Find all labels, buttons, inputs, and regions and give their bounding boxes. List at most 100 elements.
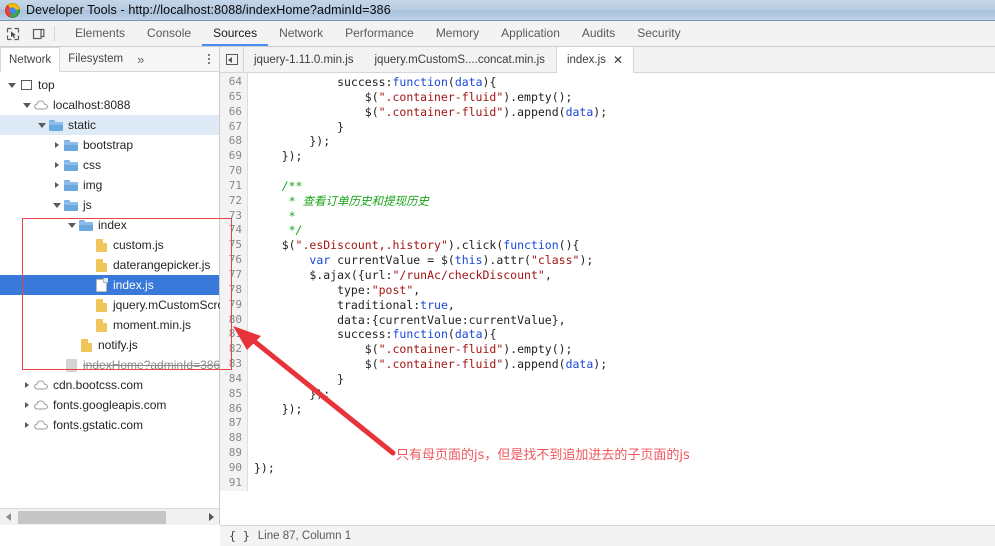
chevron-down-icon[interactable]	[36, 122, 48, 128]
folder-icon	[63, 139, 79, 151]
panel-tab-list: Elements Console Sources Network Perform…	[64, 21, 692, 46]
tree-item-localhost-8088[interactable]: localhost:8088	[0, 95, 219, 115]
tree-item-custom-js[interactable]: custom.js	[0, 235, 219, 255]
chevron-right-icon[interactable]	[21, 402, 33, 408]
code-token: currentValue = $(	[330, 253, 455, 268]
code-line[interactable]: $(".container-fluid").append(data);	[254, 105, 995, 120]
code-token: $(	[254, 342, 379, 357]
tree-item-fonts-gstatic-com[interactable]: fonts.gstatic.com	[0, 415, 219, 435]
code-line[interactable]: */	[254, 223, 995, 238]
code-token: }	[254, 119, 345, 134]
code-line[interactable]: $(".esDiscount,.history").click(function…	[254, 238, 995, 253]
code-line[interactable]: data:{currentValue:currentValue},	[254, 313, 995, 328]
code-line[interactable]: });	[254, 387, 995, 402]
code-line[interactable]: var currentValue = $(this).attr("class")…	[254, 253, 995, 268]
tree-item-jquery-mcustomscrollb[interactable]: jquery.mCustomScrollb	[0, 295, 236, 315]
scroll-left-icon[interactable]	[0, 509, 16, 526]
code-token: type:	[254, 282, 372, 297]
code-line[interactable]: type:"post",	[254, 283, 995, 298]
code-token: ".container-fluid"	[378, 357, 504, 372]
code-token: "/runAc/checkDiscount"	[392, 267, 545, 282]
devtools-toolbar: Elements Console Sources Network Perform…	[0, 21, 995, 47]
tab-security[interactable]: Security	[626, 21, 691, 46]
code-token: });	[254, 386, 331, 401]
code-line[interactable]	[254, 164, 995, 179]
code-line[interactable]: * 查看订单历史和提现历史	[254, 194, 995, 209]
chevron-right-icon[interactable]	[21, 422, 33, 428]
file-tab-bar: jquery-1.11.0.min.js jquery.mCustomS....…	[220, 47, 995, 73]
code-line[interactable]: success:function(data){	[254, 75, 995, 90]
navigator-horizontal-scrollbar[interactable]	[0, 508, 219, 525]
subtab-filesystem[interactable]: Filesystem	[60, 47, 131, 71]
code-line[interactable]: $(".container-fluid").empty();	[254, 342, 995, 357]
code-line[interactable]	[254, 476, 995, 491]
tree-item-moment-min-js[interactable]: moment.min.js	[0, 315, 219, 335]
code-line[interactable]: });	[254, 134, 995, 149]
code-line[interactable]: $(".container-fluid").append(data);	[254, 357, 995, 372]
chevron-down-icon[interactable]	[66, 222, 78, 228]
tree-item-static[interactable]: static	[0, 115, 219, 135]
code-line[interactable]: $.ajax({url:"/runAc/checkDiscount",	[254, 268, 995, 283]
cloud-icon	[33, 380, 49, 390]
code-token: data	[454, 327, 483, 342]
subtab-network[interactable]: Network	[0, 47, 61, 72]
tree-item-fonts-googleapis-com[interactable]: fonts.googleapis.com	[0, 395, 219, 415]
code-line[interactable]: }	[254, 372, 995, 387]
tab-performance[interactable]: Performance	[334, 21, 425, 46]
tab-sources[interactable]: Sources	[202, 21, 269, 46]
code-line[interactable]: /**	[254, 179, 995, 194]
tree-item-index-js[interactable]: index.js	[0, 275, 219, 295]
file-tab-index-js[interactable]: index.js ✕	[555, 47, 634, 73]
tab-elements[interactable]: Elements	[64, 21, 136, 46]
file-tab-jquery-min[interactable]: jquery-1.11.0.min.js	[244, 47, 365, 72]
chevron-down-icon[interactable]	[21, 102, 33, 108]
chevron-right-icon[interactable]	[51, 182, 63, 188]
code-line[interactable]: });	[254, 149, 995, 164]
tree-item-top[interactable]: top	[0, 75, 219, 95]
file-tab-mcustomscrollbar[interactable]: jquery.mCustomS....concat.min.js	[365, 47, 556, 72]
tab-audits[interactable]: Audits	[571, 21, 626, 46]
chevron-down-icon[interactable]	[6, 82, 18, 88]
code-token: data	[454, 75, 483, 89]
device-toolbar-icon[interactable]	[26, 21, 52, 46]
line-number: 73	[228, 208, 242, 222]
code-line[interactable]	[254, 416, 995, 431]
kebab-menu-icon[interactable]	[199, 47, 219, 71]
close-icon[interactable]: ✕	[613, 54, 623, 66]
tree-item-css[interactable]: css	[0, 155, 219, 175]
chevron-right-icon[interactable]	[21, 382, 33, 388]
subtab-more-icon[interactable]: »	[131, 47, 150, 71]
code-line[interactable]: *	[254, 209, 995, 224]
tree-item-bootstrap[interactable]: bootstrap	[0, 135, 219, 155]
chevron-down-icon[interactable]	[51, 202, 63, 208]
scroll-right-icon[interactable]	[203, 509, 219, 526]
tab-application[interactable]: Application	[490, 21, 571, 46]
tab-network[interactable]: Network	[268, 21, 334, 46]
code-line[interactable]: });	[254, 461, 995, 476]
scrollbar-track[interactable]	[16, 509, 203, 526]
code-line[interactable]: traditional:true,	[254, 298, 995, 313]
file-tab-label: index.js	[566, 53, 606, 66]
tree-item-daterangepicker-js[interactable]: daterangepicker.js	[0, 255, 219, 275]
tree-item-cdn-bootcss-com[interactable]: cdn.bootcss.com	[0, 375, 219, 395]
tree-item-notify-js[interactable]: notify.js	[0, 335, 219, 355]
tree-item-js[interactable]: js	[0, 195, 219, 215]
tree-item-index[interactable]: index	[0, 215, 219, 235]
tree-item-img[interactable]: img	[0, 175, 219, 195]
tab-memory[interactable]: Memory	[425, 21, 490, 46]
tab-console[interactable]: Console	[136, 21, 202, 46]
tree-item-label: jquery.mCustomScrollb	[113, 298, 237, 312]
scrollbar-thumb[interactable]	[18, 510, 166, 524]
chevron-right-icon[interactable]	[51, 142, 63, 148]
inspect-element-icon[interactable]	[0, 21, 26, 46]
code-line[interactable]: success:function(data){	[254, 327, 995, 342]
code-token: function	[392, 75, 448, 89]
tree-item-indexhome-adminid-386[interactable]: indexHome?adminId=386	[0, 355, 220, 375]
code-content[interactable]: success:function(data){ $(".container-fl…	[248, 73, 995, 491]
code-line[interactable]: $(".container-fluid").empty();	[254, 90, 995, 105]
collapse-sidebar-icon[interactable]	[220, 47, 244, 72]
code-line[interactable]: }	[254, 120, 995, 135]
chevron-right-icon[interactable]	[51, 162, 63, 168]
pretty-print-icon[interactable]: { }	[220, 529, 258, 543]
code-line[interactable]: });	[254, 402, 995, 417]
